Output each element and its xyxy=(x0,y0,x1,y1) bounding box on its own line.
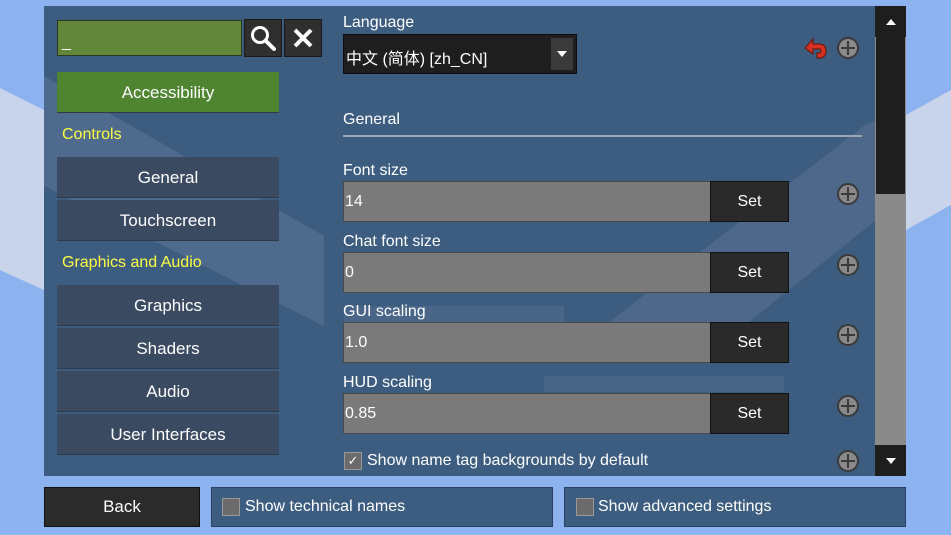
chevron-down-icon xyxy=(885,457,896,464)
reset-icon[interactable] xyxy=(837,37,859,59)
scroll-thumb[interactable] xyxy=(876,37,905,194)
language-value: 中文 (简体) [zh_CN] xyxy=(346,51,488,68)
category-graphics[interactable]: Graphics xyxy=(57,285,279,326)
language-dropdown-button[interactable] xyxy=(551,38,573,70)
gui-scaling-set-button[interactable]: Set xyxy=(710,322,789,363)
chevron-down-icon xyxy=(557,51,567,57)
section-divider xyxy=(343,135,862,137)
technical-names-toggle[interactable]: Show technical names xyxy=(211,487,553,527)
chat-font-size-field[interactable]: 0 xyxy=(343,252,711,293)
hud-scaling-label: HUD scaling xyxy=(343,374,432,391)
advanced-settings-checkbox[interactable] xyxy=(576,498,594,516)
category-header-controls: Controls xyxy=(62,126,122,143)
search-button[interactable] xyxy=(244,19,282,57)
category-audio[interactable]: Audio xyxy=(57,371,279,412)
settings-panel: _ Accessibility Controls General Touchsc… xyxy=(44,6,906,476)
reset-icon[interactable] xyxy=(837,183,859,205)
search-input[interactable]: _ xyxy=(57,20,242,56)
hud-scaling-field[interactable]: 0.85 xyxy=(343,393,711,434)
category-touchscreen[interactable]: Touchscreen xyxy=(57,200,279,241)
name-tag-background-checkbox[interactable]: ✓ xyxy=(344,452,362,470)
category-accessibility[interactable]: Accessibility xyxy=(57,72,279,113)
chat-font-size-label: Chat font size xyxy=(343,233,441,250)
category-general[interactable]: General xyxy=(57,157,279,198)
back-arrow-icon[interactable] xyxy=(801,34,829,62)
technical-names-label: Show technical names xyxy=(245,498,406,515)
reset-icon[interactable] xyxy=(837,450,859,472)
clear-search-button[interactable] xyxy=(284,19,322,57)
search-icon xyxy=(251,26,276,51)
advanced-settings-label: Show advanced settings xyxy=(598,498,772,515)
advanced-settings-toggle[interactable]: Show advanced settings xyxy=(564,487,906,527)
back-button[interactable]: Back xyxy=(44,487,200,527)
scroll-down-button[interactable] xyxy=(875,445,906,476)
category-shaders[interactable]: Shaders xyxy=(57,328,279,369)
chat-font-size-set-button[interactable]: Set xyxy=(710,252,789,293)
font-size-label: Font size xyxy=(343,162,408,179)
gui-scaling-label: GUI scaling xyxy=(343,303,426,320)
chevron-up-icon xyxy=(885,18,896,25)
category-header-graphics-audio: Graphics and Audio xyxy=(62,254,202,271)
technical-names-checkbox[interactable] xyxy=(222,498,240,516)
language-label: Language xyxy=(343,14,415,31)
close-icon xyxy=(293,28,313,48)
scroll-up-button[interactable] xyxy=(875,6,906,37)
reset-icon[interactable] xyxy=(837,395,859,417)
font-size-set-button[interactable]: Set xyxy=(710,181,789,222)
gui-scaling-field[interactable]: 1.0 xyxy=(343,322,711,363)
hud-scaling-set-button[interactable]: Set xyxy=(710,393,789,434)
section-title-general: General xyxy=(343,111,400,128)
reset-icon[interactable] xyxy=(837,254,859,276)
name-tag-background-label: Show name tag backgrounds by default xyxy=(367,452,649,469)
font-size-field[interactable]: 14 xyxy=(343,181,711,222)
reset-icon[interactable] xyxy=(837,324,859,346)
language-select[interactable]: 中文 (简体) [zh_CN] xyxy=(343,34,577,74)
scrollbar[interactable] xyxy=(875,6,906,476)
category-user-interfaces[interactable]: User Interfaces xyxy=(57,414,279,455)
